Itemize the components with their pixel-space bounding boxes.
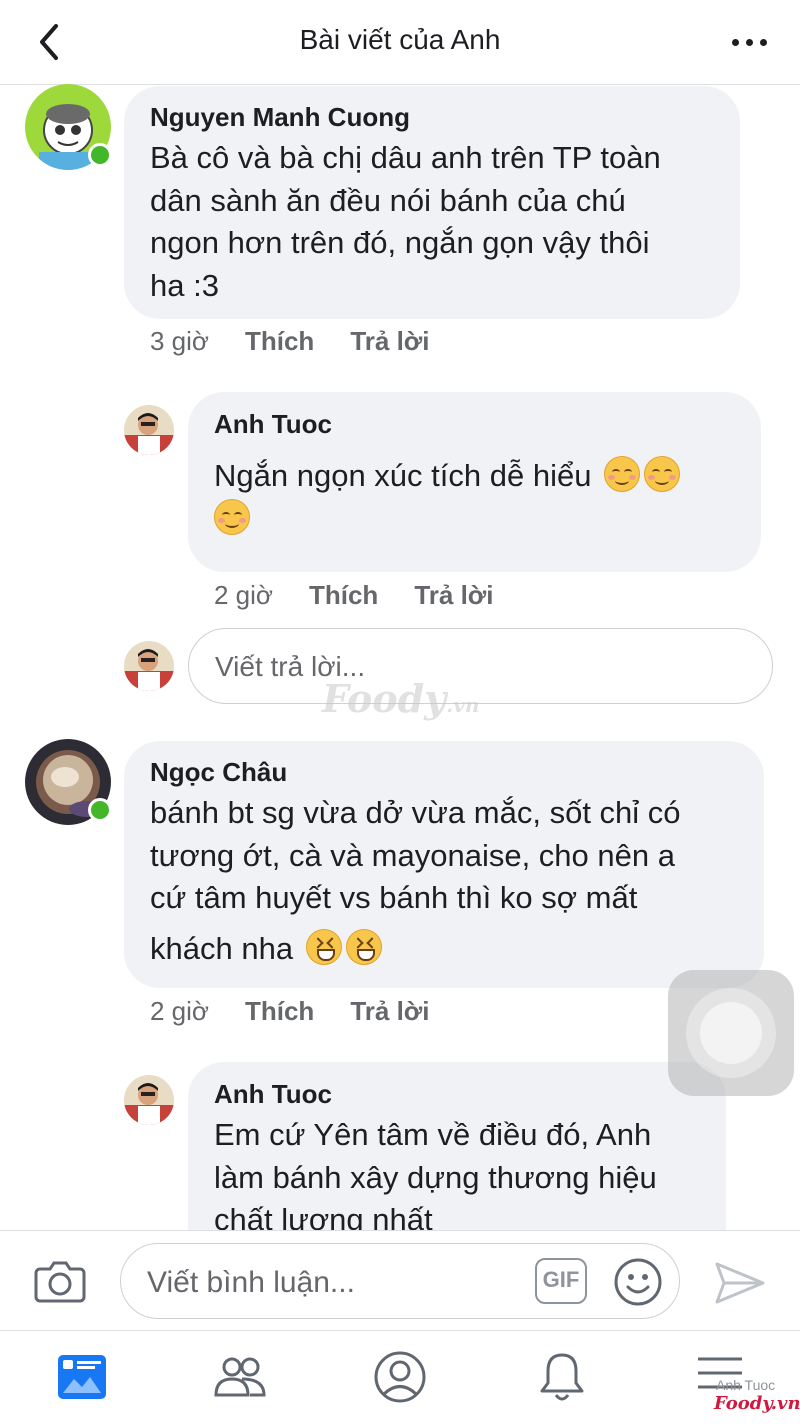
comment-time[interactable]: 3 giờ [150,326,209,356]
comment-line: Ngắn ngọn xúc tích dễ hiểu [214,458,592,493]
smiley-icon [614,1258,662,1306]
comment-line: ngon hơn trên đó, ngắn gọn vậy thôi [150,225,650,260]
comment-line: Em cứ Yên tâm về điều đó, Anh [214,1117,652,1152]
watermark-brand: Foody [322,676,447,721]
nav-notifications[interactable] [534,1349,590,1405]
more-options-button[interactable] [724,30,774,54]
comment-author[interactable]: Nguyen Manh Cuong [150,102,410,133]
assistive-touch-button[interactable] [668,970,794,1096]
more-icon [732,39,739,46]
top-bar: Bài viết của Anh [0,0,800,85]
comment-time[interactable]: 2 giờ [214,580,273,610]
comment-line: khách nha [150,930,294,966]
online-status-indicator [88,143,112,167]
comment-input[interactable] [145,1262,529,1304]
bottom-navigation: Anh Tuoc Foody.vn [0,1330,800,1424]
comment-line: tương ớt, cà và mayonaise, cho nên a [150,837,675,873]
comment-text: Bà cô và bà chị dâu anh trên TP toàn dân… [150,137,661,307]
avatar-image [124,405,174,455]
profile-icon [374,1351,426,1403]
smiling-face-emoji-icon [214,498,250,535]
comment-line: cứ tâm huyết vs bánh thì ko sợ mất [150,880,638,915]
smiling-face-emoji-icon [644,456,681,492]
reply-button[interactable]: Trả lời [414,580,493,610]
camera-button[interactable] [34,1257,86,1305]
comment-meta: 2 giờ Thích Trả lời [214,580,494,611]
credit-brand: Foody.vn [714,1393,800,1414]
comment-line: bánh bt sg vừa dở vừa mắc, sốt chỉ có [150,795,681,830]
news-feed-icon [58,1355,106,1399]
comment-line: Bà cô và bà chị dâu anh trên TP toàn [150,140,661,175]
comment-line: làm bánh xây dựng thương hiệu [214,1159,657,1195]
send-icon [715,1262,765,1304]
laughing-face-emoji-icon [305,928,342,965]
comment-text: Ngắn ngọn xúc tích dễ hiểu [214,455,744,540]
online-status-indicator [88,798,112,822]
comment-time[interactable]: 2 giờ [150,996,209,1026]
like-button[interactable]: Thích [309,580,378,610]
laughing-face-emoji-icon [345,928,382,965]
bell-icon [540,1353,584,1401]
comment-line: ha :3 [150,267,219,303]
avatar[interactable] [124,405,174,455]
avatar [124,641,174,691]
emoji-button[interactable] [613,1257,663,1307]
gif-button[interactable]: GIF [535,1258,587,1304]
smiling-face-emoji-icon [604,456,641,492]
comment-line: dân sành ăn đều nói bánh của chú [150,182,626,218]
avatar-image [124,1075,174,1125]
nav-profile[interactable] [372,1349,428,1405]
like-button[interactable]: Thích [245,996,314,1026]
credit-name: Anh Tuoc [716,1377,776,1393]
comment-author[interactable]: Anh Tuoc [214,1079,332,1110]
page-title: Bài viết của Anh [299,24,501,55]
friends-icon [214,1357,266,1397]
nav-friends[interactable] [212,1349,268,1405]
avatar-image [124,641,174,691]
watermark: Foody.vn [322,676,479,721]
comment-text: bánh bt sg vừa dở vừa mắc, sốt chỉ có tư… [150,792,681,970]
reply-button[interactable]: Trả lời [350,326,429,356]
comment-composer: GIF [0,1230,800,1331]
reply-button[interactable]: Trả lời [350,996,429,1026]
comment-author[interactable]: Ngọc Châu [150,757,287,788]
send-button[interactable] [714,1261,766,1305]
camera-icon [34,1261,86,1303]
reply-input-box[interactable] [188,628,773,704]
nav-news-feed[interactable] [54,1349,110,1405]
comment-meta: 3 giờ Thích Trả lời [150,326,430,357]
watermark-suffix: .vn [446,693,480,717]
comment-text: Em cứ Yên tâm về điều đó, Anh làm bánh x… [214,1114,657,1242]
like-button[interactable]: Thích [245,326,314,356]
comment-input-box[interactable]: GIF [120,1243,680,1319]
comment-author[interactable]: Anh Tuoc [214,409,332,440]
comment-meta: 2 giờ Thích Trả lời [150,996,430,1027]
avatar[interactable] [124,1075,174,1125]
